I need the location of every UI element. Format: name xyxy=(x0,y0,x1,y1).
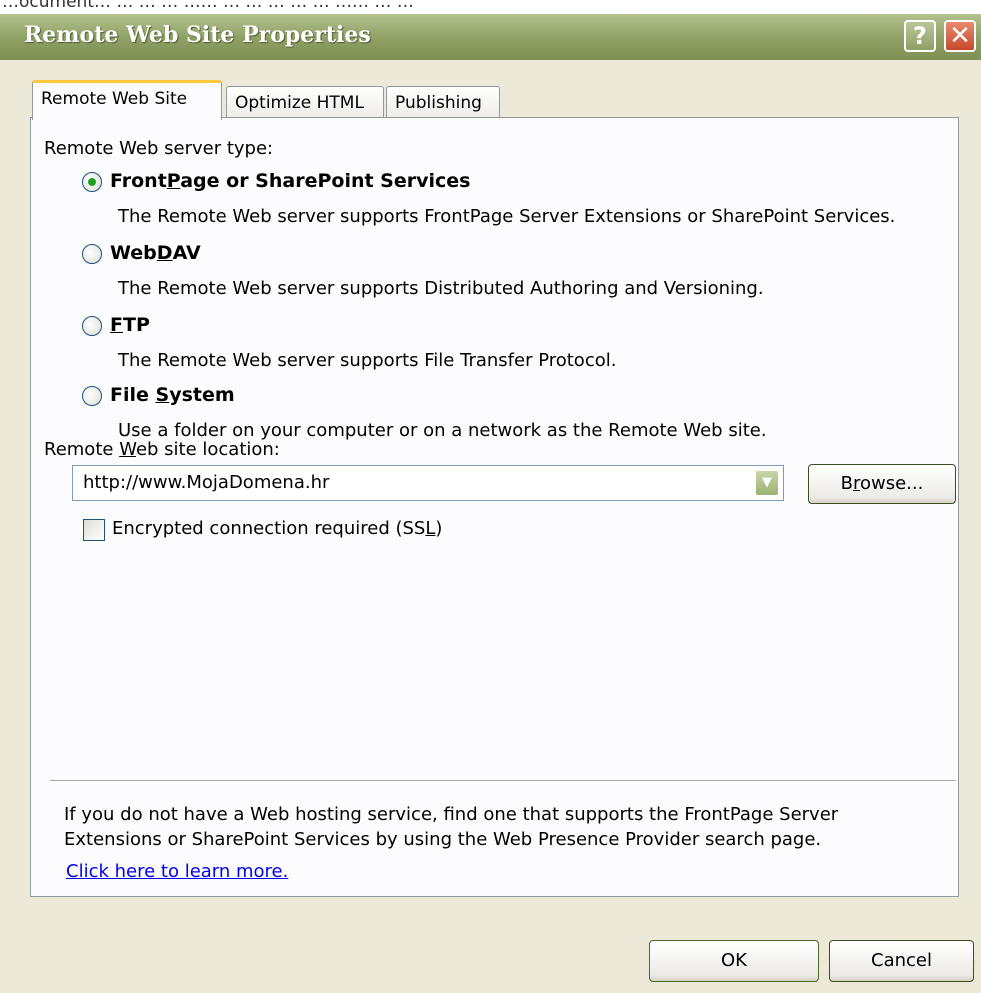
tab-optimize-html[interactable]: Optimize HTML xyxy=(226,86,384,120)
divider xyxy=(50,780,956,782)
tab-publishing[interactable]: Publishing xyxy=(386,86,500,120)
location-label: Remote Web site location: xyxy=(44,439,280,460)
ssl-checkbox[interactable] xyxy=(83,519,105,541)
option-frontpage-label[interactable]: FrontPage or SharePoint Services xyxy=(110,170,470,192)
radio-webdav[interactable] xyxy=(82,244,102,264)
background-document-strip: …ocument… … … … …… … … … … … …… … … xyxy=(0,0,981,14)
option-frontpage-description: The Remote Web server supports FrontPage… xyxy=(118,206,896,227)
location-value[interactable]: http://www.MojaDomena.hr xyxy=(83,472,329,493)
tab-label: Remote Web Site xyxy=(41,89,188,109)
title-bar: Remote Web Site Properties ? ✕ xyxy=(0,14,981,60)
close-icon: ✕ xyxy=(949,21,971,51)
hosting-info-line-2: Extensions or SharePoint Services by usi… xyxy=(64,829,822,850)
radio-frontpage[interactable] xyxy=(82,172,102,192)
close-button[interactable]: ✕ xyxy=(944,20,976,52)
properties-dialog: Remote Web Site Properties ? ✕ Remote We… xyxy=(0,14,981,993)
tab-label: Publishing xyxy=(395,93,482,113)
radio-file-system[interactable] xyxy=(82,386,102,406)
hosting-info-line-1: If you do not have a Web hosting service… xyxy=(64,804,839,825)
browse-button[interactable]: Browse... xyxy=(808,464,956,504)
question-mark-icon: ? xyxy=(913,22,927,50)
option-webdav-label[interactable]: WebDAV xyxy=(110,242,201,264)
help-button[interactable]: ? xyxy=(904,20,936,52)
dialog-title: Remote Web Site Properties xyxy=(24,22,371,48)
chevron-down-icon[interactable]: ▼ xyxy=(755,470,779,496)
tab-remote-web-site[interactable]: Remote Web Site xyxy=(32,80,222,120)
ssl-label[interactable]: Encrypted connection required (SSL) xyxy=(112,518,442,539)
tab-label: Optimize HTML xyxy=(235,93,364,113)
option-ftp-label[interactable]: FTP xyxy=(110,314,150,336)
learn-more-link[interactable]: Click here to learn more. xyxy=(66,861,288,882)
server-type-heading: Remote Web server type: xyxy=(44,138,274,159)
radio-ftp[interactable] xyxy=(82,316,102,336)
option-ftp-description: The Remote Web server supports File Tran… xyxy=(118,350,617,371)
option-webdav-description: The Remote Web server supports Distribut… xyxy=(118,278,764,299)
background-caption: …ocument… … … … …… … … … … … …… … … xyxy=(2,0,414,12)
ok-button[interactable]: OK xyxy=(649,940,819,982)
option-file-system-description: Use a folder on your computer or on a ne… xyxy=(118,420,767,441)
option-file-system-label[interactable]: File System xyxy=(110,384,235,406)
cancel-button[interactable]: Cancel xyxy=(829,940,974,982)
location-combobox[interactable]: http://www.MojaDomena.hr ▼ xyxy=(72,465,784,501)
